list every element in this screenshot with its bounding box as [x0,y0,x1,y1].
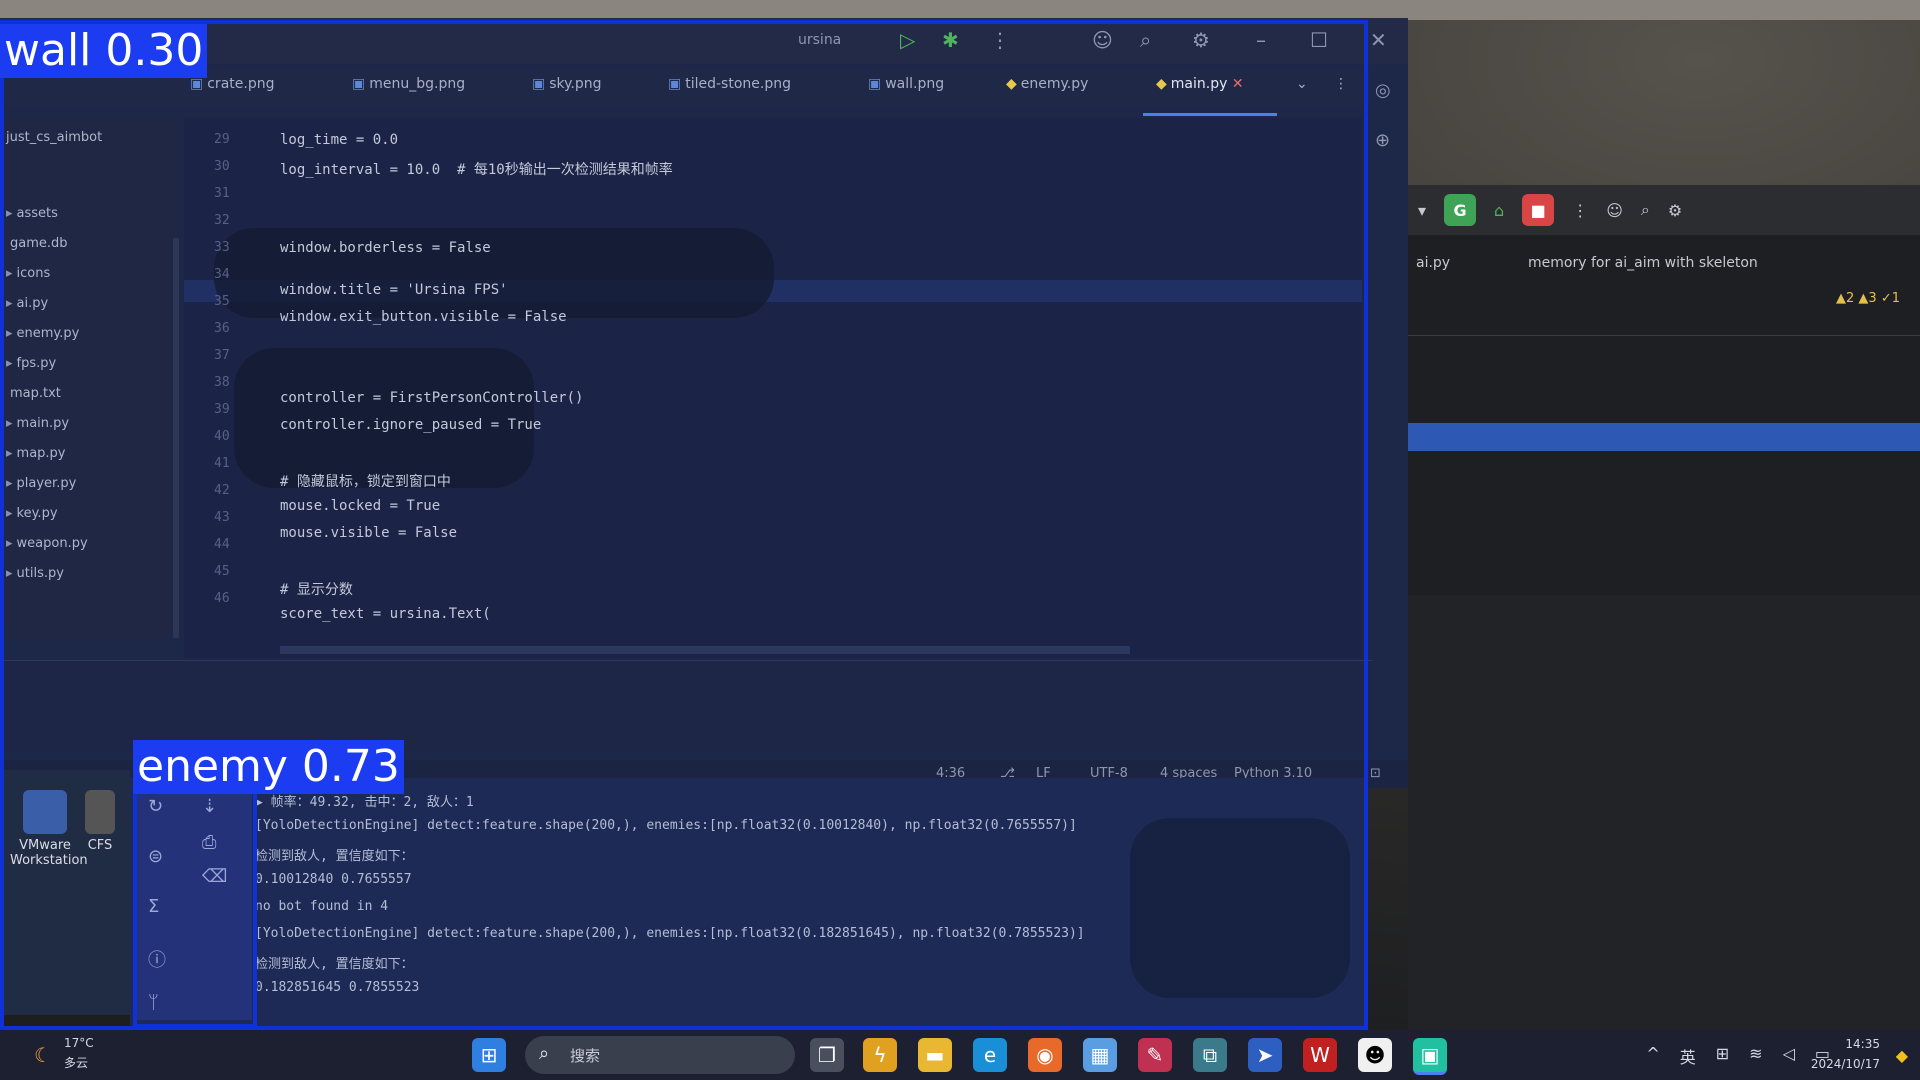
desktop-top-strip [0,0,1920,20]
user-icon[interactable]: ☺ [1606,201,1623,220]
store-icon[interactable]: ▦ [1083,1038,1117,1072]
lightning-app-icon[interactable]: ϟ [863,1038,897,1072]
search-placeholder: 搜索 [570,1047,601,1065]
input-language[interactable]: 英 [1680,1044,1696,1068]
search-icon: ⌕ [539,1043,550,1064]
clock-date: 2024/10/17 [1810,1057,1880,1071]
system-tray: ^ 英 ⊞ ≋ ◁ ▭ [1646,1044,1830,1068]
divider [1408,335,1920,336]
clock-time: 14:35 [1845,1037,1880,1051]
secondary-tab-ai[interactable]: ai.py [1416,255,1450,271]
chevron-up-icon[interactable]: ^ [1646,1044,1659,1068]
remote-app-icon[interactable]: ➤ [1248,1038,1282,1072]
clock[interactable]: 14:35 2024/10/17 [1811,1034,1880,1074]
pycharm-icon[interactable]: ▣ [1413,1038,1447,1075]
volume-icon[interactable]: ◁ [1783,1044,1795,1068]
debug-icon[interactable]: ⌂ [1494,201,1504,220]
stop-button[interactable]: ■ [1522,194,1555,226]
secondary-ide-toolbar: ▾ G ⌂ ■ ⋮ ☺ ⌕ ⚙ [1408,185,1920,235]
notifications-icon[interactable]: ◎ [1375,80,1391,101]
weather-icon[interactable]: ☾ [26,1038,60,1072]
taskbar-search[interactable]: ⌕ 搜索 [525,1036,795,1074]
secondary-ide-window: ▾ G ⌂ ■ ⋮ ☺ ⌕ ⚙ ai.py memory for ai_aim … [1408,185,1920,1045]
settings-icon[interactable]: ⚙ [1668,201,1682,220]
paint-app-icon[interactable]: ✎ [1138,1038,1172,1072]
weather-desc[interactable]: 多云 [64,1054,88,1071]
ai-assistant-icon[interactable]: ⊕ [1375,130,1390,151]
enemy-detection-label: enemy 0.73 [133,740,404,794]
taskbar: ☾ 17°C 多云 ⊞ ⌕ 搜索 ❐ ϟ ▬ e ◉ ▦ ✎ ⧉ ➤ W ☻ ▣… [0,1030,1920,1080]
task-view-icon[interactable]: ❐ [810,1038,844,1072]
secondary-tab-memory[interactable]: memory for ai_aim with skeleton [1528,255,1758,271]
search-icon[interactable]: ⌕ [1641,200,1650,220]
notification-bell-icon[interactable]: ◆ [1896,1046,1908,1065]
network-app-icon[interactable]: ⧉ [1193,1038,1227,1072]
file-explorer-icon[interactable]: ▬ [918,1038,952,1072]
wps-icon[interactable]: W [1303,1038,1337,1072]
secondary-lower-panel [1408,595,1920,1045]
inspection-warnings[interactable]: ▲2 ▲3 ✓1 [1836,291,1900,306]
edge-icon[interactable]: e [973,1038,1007,1072]
close-icon[interactable]: ✕ [1370,28,1387,52]
highlighted-row [1408,423,1920,451]
ime-icon[interactable]: ⊞ [1716,1044,1729,1068]
weather-temp[interactable]: 17°C [64,1036,94,1050]
wall-detection-label: wall 0.30 [0,24,208,78]
firefox-icon[interactable]: ◉ [1028,1038,1062,1072]
qq-icon[interactable]: ☻ [1358,1038,1392,1072]
start-icon[interactable]: ⊞ [472,1038,506,1072]
lock-icon[interactable]: ⊡ [1370,766,1381,781]
more-icon[interactable]: ⋮ [1572,201,1588,220]
run-badge[interactable]: G [1444,194,1477,226]
secondary-ide-tabs: ai.py memory for ai_aim with skeleton [1408,247,1920,283]
run-config-dropdown[interactable]: ▾ [1418,201,1426,220]
wifi-icon[interactable]: ≋ [1749,1044,1762,1068]
